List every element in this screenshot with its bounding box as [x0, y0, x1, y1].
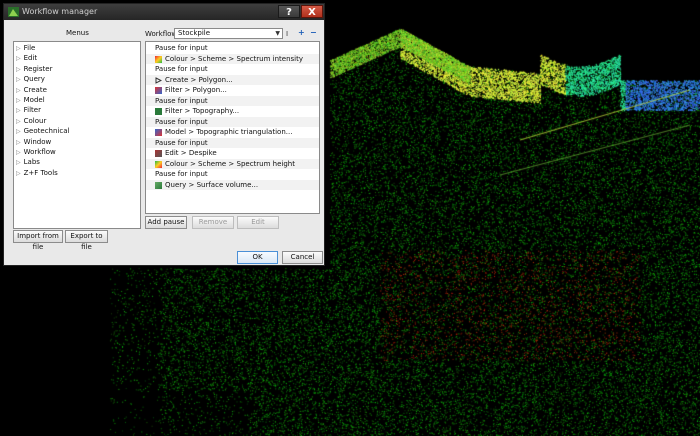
polygon-icon	[155, 76, 163, 84]
workflow-step[interactable]: Colour > Scheme > Spectrum height	[146, 158, 319, 169]
menus-tree[interactable]: ▷ File ▷ Edit ▷ Register ▷ Query ▷ Create ▷ Model ▷ F…	[13, 41, 141, 229]
expand-arrow-icon[interactable]: ▷	[16, 128, 21, 135]
chevron-down-icon: ▼	[275, 30, 280, 37]
workflow-step-label: Pause for input	[155, 65, 208, 73]
expand-arrow-icon[interactable]: ▷	[16, 159, 21, 166]
workflow-step-label: Pause for input	[155, 170, 208, 178]
workflow-select[interactable]: Stockpile ▼	[174, 28, 283, 39]
menu-item-label: Geotechnical	[23, 127, 70, 136]
window-title: Workflow manager	[22, 7, 98, 16]
despike-icon	[155, 150, 162, 157]
export-to-file-button[interactable]: Export to file	[65, 230, 108, 251]
workflow-label: Workflow	[145, 30, 178, 38]
expand-arrow-icon[interactable]: ▷	[16, 76, 21, 83]
expand-arrow-icon[interactable]: ▷	[16, 118, 21, 125]
workflow-step-label: Pause for input	[155, 138, 208, 147]
menu-item-label: Z+F Tools	[23, 168, 58, 177]
menu-item-label: Labs	[23, 158, 40, 167]
expand-arrow-icon[interactable]: ▷	[16, 149, 21, 156]
rename-workflow-icon[interactable]: I	[286, 29, 288, 39]
import-from-file-button[interactable]: Import from file	[13, 230, 63, 251]
menu-item-label: Create	[23, 85, 47, 94]
expand-arrow-icon[interactable]: ▷	[16, 139, 21, 146]
menu-item[interactable]: ▷ Colour	[16, 116, 46, 126]
pause-step[interactable]: Pause for input	[146, 95, 319, 106]
cancel-button[interactable]: Cancel	[282, 251, 323, 264]
title-bar[interactable]: Workflow manager ? X	[4, 4, 324, 20]
pause-step[interactable]: Pause for input	[146, 137, 319, 148]
surface-volume-icon	[155, 181, 162, 189]
menu-item[interactable]: ▷ Query	[16, 74, 45, 84]
expand-arrow-icon[interactable]: ▷	[16, 97, 21, 104]
menu-item-label: Register	[23, 64, 53, 73]
edit-button[interactable]: Edit	[237, 216, 279, 229]
menu-item[interactable]: ▷ Create	[16, 85, 47, 95]
expand-arrow-icon[interactable]: ▷	[16, 55, 21, 62]
workflow-step-label: Pause for input	[155, 44, 208, 52]
menu-item[interactable]: ▷ Labs	[16, 157, 40, 167]
workflow-step-label: Colour > Scheme > Spectrum intensity	[165, 54, 303, 63]
expand-arrow-icon[interactable]: ▷	[16, 107, 21, 114]
close-button[interactable]: X	[301, 5, 323, 18]
menu-item-label: Workflow	[23, 148, 56, 156]
expand-arrow-icon[interactable]: ▷	[16, 45, 21, 52]
topography-icon	[155, 108, 162, 115]
pause-step[interactable]: Pause for input	[146, 64, 319, 75]
workflow-step-label: Edit > Despike	[165, 149, 217, 157]
filter-polygon-icon	[155, 87, 162, 94]
menu-item-label: Model	[23, 96, 45, 104]
pause-step[interactable]: Pause for input	[146, 116, 319, 127]
menu-item-label: File	[23, 44, 36, 52]
help-button[interactable]: ?	[278, 5, 300, 18]
menu-item-label: Query	[23, 75, 45, 84]
menu-item[interactable]: ▷ File	[16, 43, 35, 53]
workflow-step[interactable]: Model > Topographic triangulation...	[146, 127, 319, 138]
menu-item-label: Filter	[23, 106, 41, 115]
workflow-steps-list[interactable]: Pause for input Colour > Scheme > Spectru…	[145, 41, 320, 214]
menu-item-label: Window	[23, 137, 52, 146]
workflow-step[interactable]: Filter > Polygon...	[146, 85, 319, 96]
menu-item[interactable]: ▷ Filter	[16, 105, 41, 115]
menu-item-label: Colour	[23, 116, 47, 125]
triangulation-icon	[155, 129, 162, 136]
spectrum-height-icon	[155, 160, 162, 168]
workflow-step-label: Pause for input	[155, 117, 208, 126]
workflow-step[interactable]: Query > Surface volume...	[146, 179, 319, 190]
workflow-step[interactable]: Edit > Despike	[146, 148, 319, 159]
expand-arrow-icon[interactable]: ▷	[16, 87, 21, 94]
pause-step[interactable]: Pause for input	[146, 169, 319, 180]
app-logo-icon	[8, 7, 19, 17]
menu-item[interactable]: ▷ Z+F Tools	[16, 168, 58, 178]
spectrum-icon	[155, 55, 162, 63]
workflow-step[interactable]: Create > Polygon...	[146, 74, 319, 85]
menu-item[interactable]: ▷ Geotechnical	[16, 126, 69, 136]
expand-arrow-icon[interactable]: ▷	[16, 170, 21, 177]
workflow-step-label: Filter > Polygon...	[165, 86, 227, 94]
workflow-step[interactable]: Colour > Scheme > Spectrum intensity	[146, 53, 319, 64]
workflow-select-value: Stockpile	[178, 29, 211, 37]
menus-header: Menus	[66, 29, 89, 37]
menu-item[interactable]: ▷ Edit	[16, 53, 37, 63]
workflow-step-label: Query > Surface volume...	[165, 180, 259, 189]
workflow-step-label: Create > Polygon...	[165, 75, 233, 84]
add-pause-button[interactable]: Add pause	[145, 216, 187, 229]
menu-item[interactable]: ▷ Model	[16, 95, 45, 105]
ok-button[interactable]: OK	[237, 251, 278, 264]
menu-item[interactable]: ▷ Workflow	[16, 147, 56, 157]
menu-item[interactable]: ▷ Register	[16, 64, 52, 74]
add-workflow-icon[interactable]: +	[298, 28, 305, 38]
workflow-step-label: Pause for input	[155, 96, 208, 105]
workflow-manager-dialog: Workflow manager ? X Menus ▷ File ▷ Edit ▷ Re…	[3, 3, 325, 266]
workflow-step-label: Colour > Scheme > Spectrum height	[165, 159, 295, 168]
remove-workflow-icon[interactable]: −	[310, 28, 317, 38]
menu-item[interactable]: ▷ Window	[16, 137, 51, 147]
workflow-step[interactable]: Filter > Topography...	[146, 106, 319, 117]
workflow-step-label: Model > Topographic triangulation...	[165, 128, 293, 136]
pause-step[interactable]: Pause for input	[146, 43, 319, 54]
workflow-step-label: Filter > Topography...	[165, 107, 240, 115]
menu-item-label: Edit	[23, 54, 38, 63]
expand-arrow-icon[interactable]: ▷	[16, 66, 21, 73]
remove-button[interactable]: Remove	[192, 216, 234, 229]
